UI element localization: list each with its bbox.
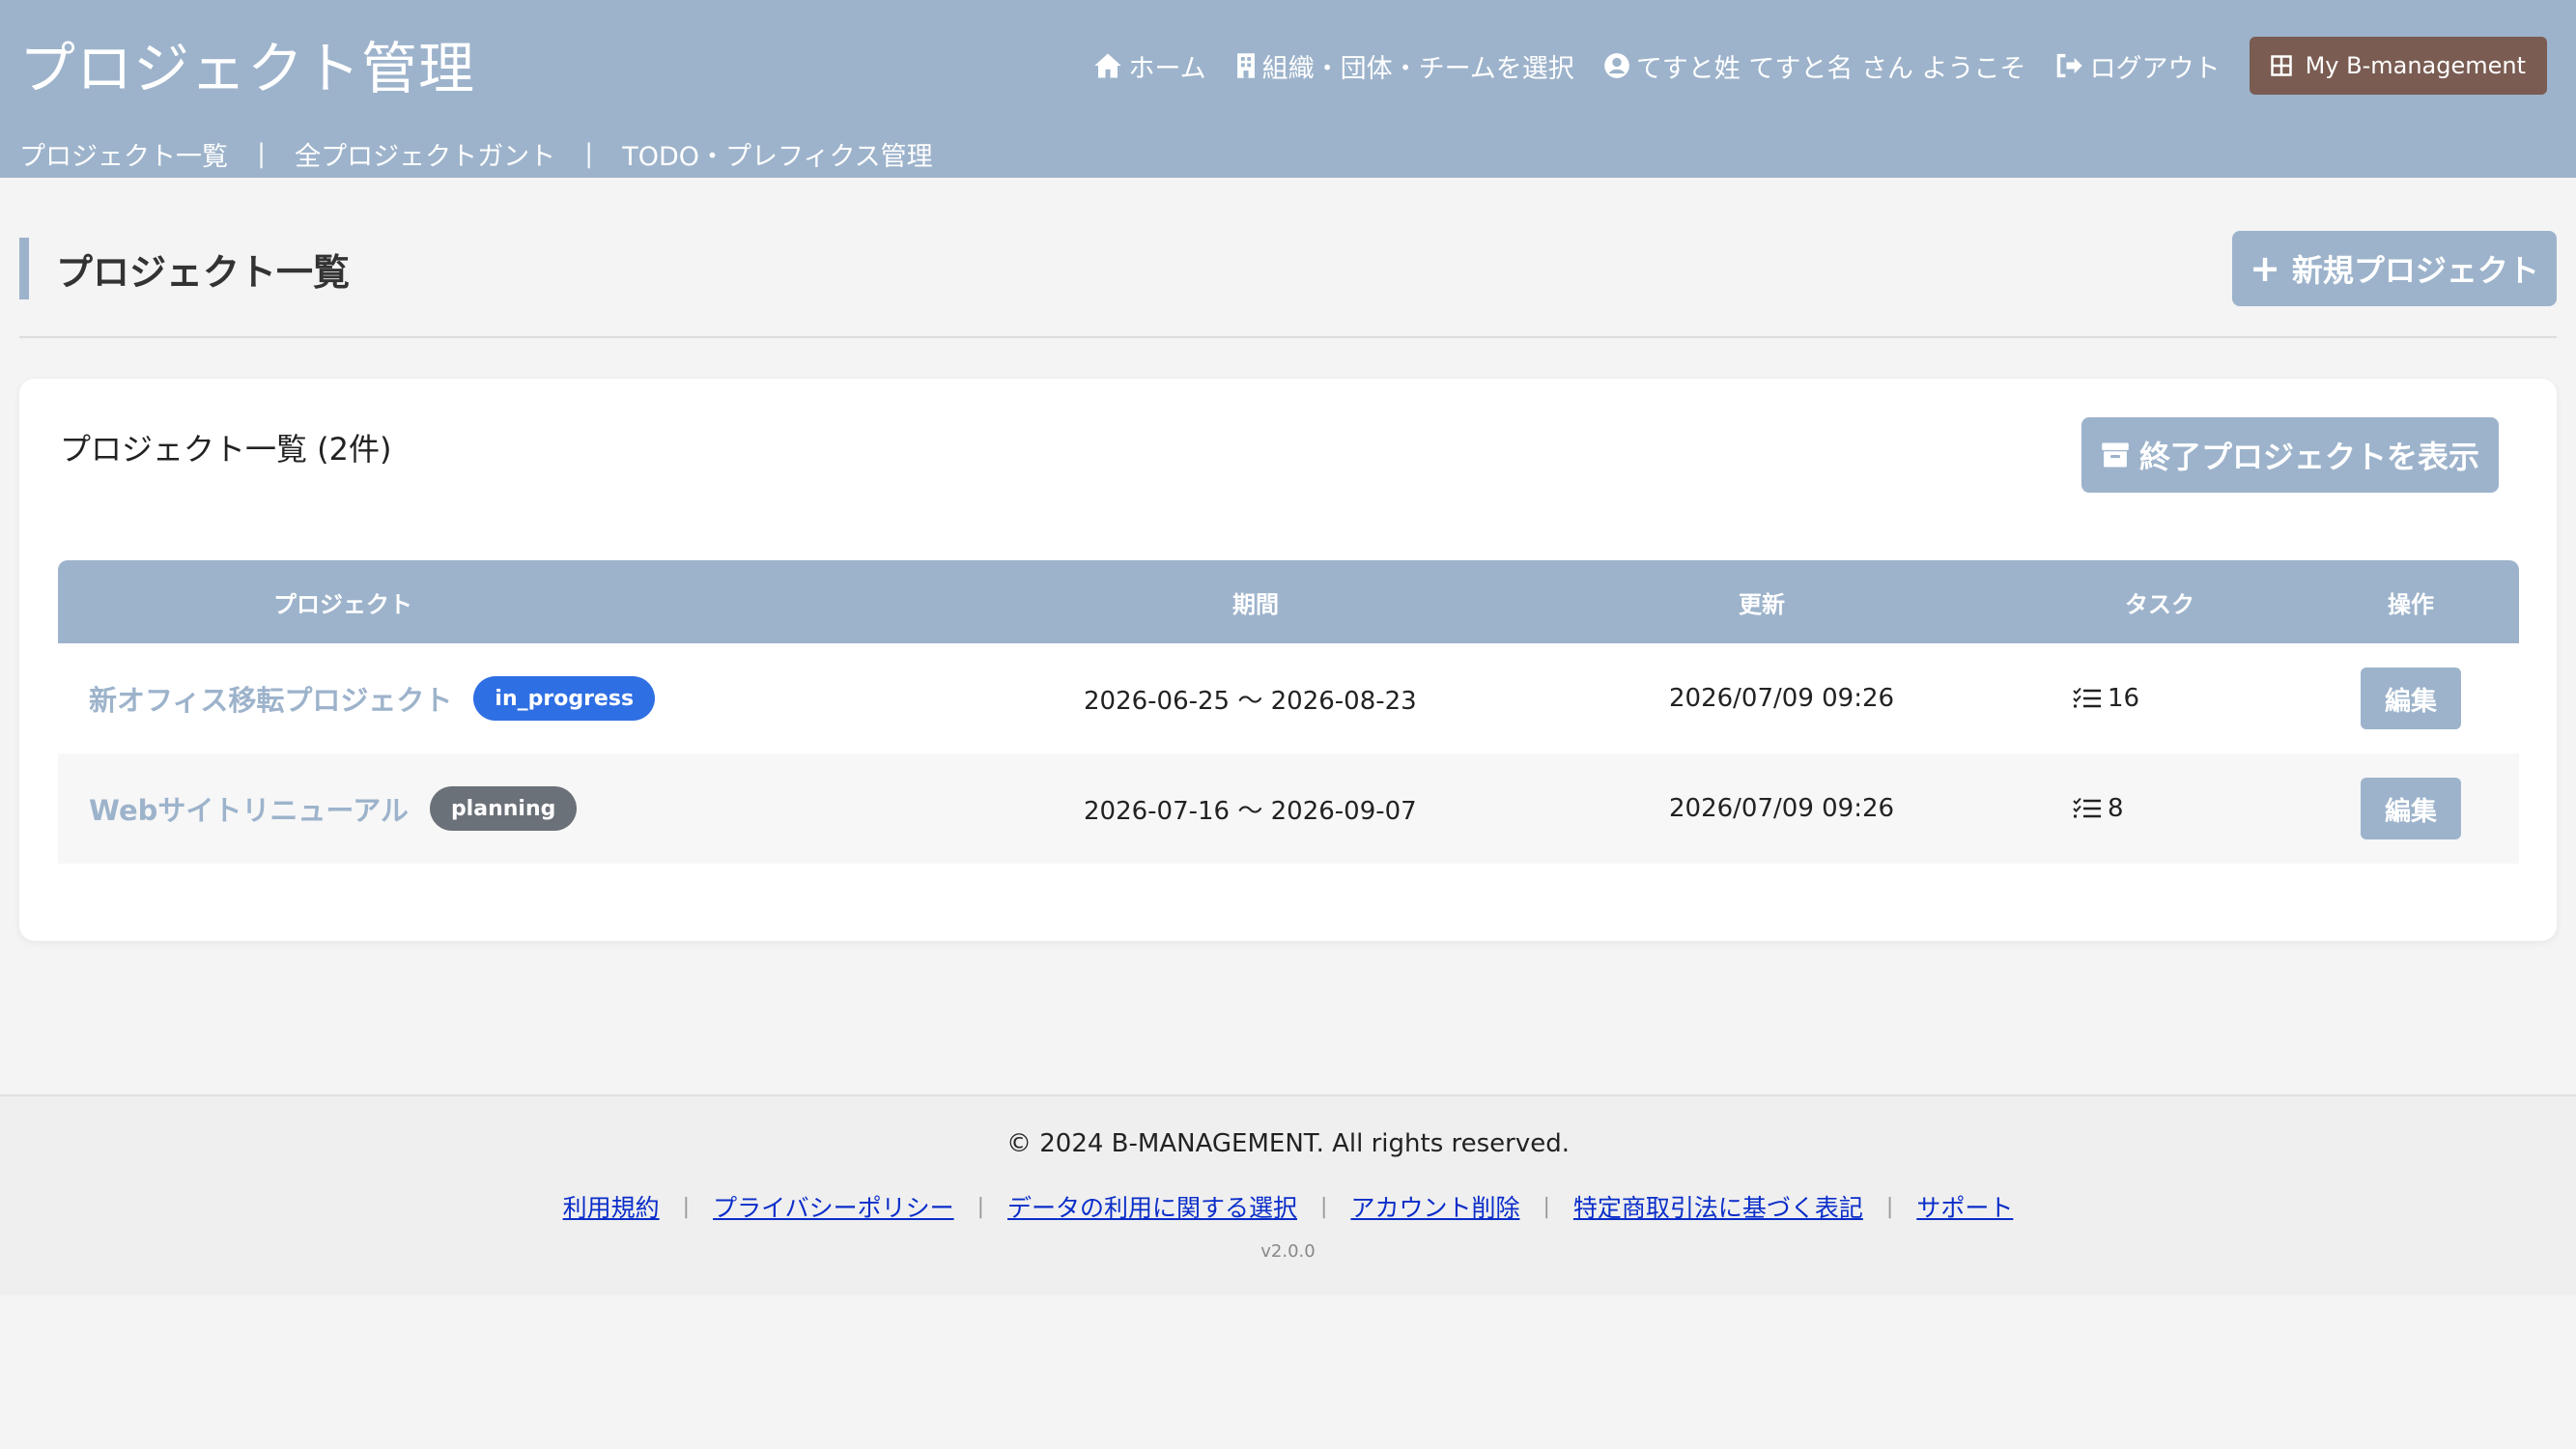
home-link[interactable]: ホーム bbox=[1093, 47, 1206, 85]
top-header: プロジェクト管理 ホーム 組織・団体・チームを選択 てすと姓 てすと名 さん よ… bbox=[0, 0, 2576, 178]
header-actions: 操作 bbox=[2388, 590, 2434, 618]
footer-link-terms[interactable]: 利用規約 bbox=[563, 1189, 660, 1224]
version-label: v2.0.0 bbox=[1260, 1241, 1316, 1262]
user-circle-icon bbox=[1603, 53, 1629, 78]
project-table: プロジェクト 期間 更新 タスク 操作 新オフィス移転プロジェクト in_pro… bbox=[58, 560, 2519, 864]
subnav-separator: | bbox=[257, 139, 267, 169]
project-cell: Webサイトリニューアル planning bbox=[89, 753, 578, 864]
project-cell: 新オフィス移転プロジェクト in_progress bbox=[89, 643, 656, 753]
tasks-cell: 8 bbox=[2073, 753, 2124, 864]
task-list-icon bbox=[2073, 687, 2101, 708]
welcome-text: てすと姓 てすと名 さん ようこそ bbox=[1635, 53, 2026, 84]
new-project-button[interactable]: + 新規プロジェクト bbox=[2232, 231, 2557, 306]
project-name-link[interactable]: Webサイトリニューアル bbox=[89, 788, 409, 829]
actions-cell: 編集 bbox=[2361, 643, 2461, 753]
footer: © 2024 B-MANAGEMENT. All rights reserved… bbox=[0, 1094, 2576, 1295]
task-count: 8 bbox=[2108, 794, 2124, 823]
footer-link-support[interactable]: サポート bbox=[1916, 1189, 2013, 1224]
top-nav: ホーム 組織・団体・チームを選択 てすと姓 てすと名 さん ようこそ ログアウト… bbox=[1093, 37, 2547, 95]
footer-separator: | bbox=[977, 1194, 985, 1219]
footer-separator: | bbox=[1543, 1194, 1550, 1219]
period-cell: 2026-07-16 〜 2026-09-07 bbox=[1084, 796, 1417, 826]
building-icon bbox=[1236, 53, 1255, 78]
footer-link-delete-account[interactable]: アカウント削除 bbox=[1350, 1189, 1519, 1224]
new-project-label: 新規プロジェクト bbox=[2291, 252, 2539, 289]
footer-links: 利用規約 | プライバシーポリシー | データの利用に関する選択 | アカウント… bbox=[0, 1189, 2576, 1224]
edit-button[interactable]: 編集 bbox=[2361, 668, 2461, 729]
updated-cell: 2026/07/09 09:26 bbox=[1669, 794, 1895, 823]
footer-separator: | bbox=[682, 1194, 691, 1219]
home-label: ホーム bbox=[1128, 53, 1206, 84]
logout-icon bbox=[2056, 53, 2082, 78]
sub-nav: プロジェクト一覧 | 全プロジェクトガント | TODO・プレフィクス管理 bbox=[19, 135, 933, 173]
edit-button[interactable]: 編集 bbox=[2361, 778, 2461, 839]
status-badge: in_progress bbox=[473, 676, 656, 721]
page-title: プロジェクト一覧 bbox=[19, 238, 350, 299]
show-ended-label: 終了プロジェクトを表示 bbox=[2138, 439, 2479, 475]
logout-link[interactable]: ログアウト bbox=[2055, 47, 2221, 85]
actions-cell: 編集 bbox=[2361, 753, 2461, 864]
divider bbox=[19, 336, 2557, 338]
updated-cell: 2026/07/09 09:26 bbox=[1669, 684, 1895, 713]
user-welcome[interactable]: てすと姓 てすと名 さん ようこそ bbox=[1603, 47, 2026, 85]
subnav-gantt[interactable]: 全プロジェクトガント bbox=[295, 135, 555, 173]
project-name-link[interactable]: 新オフィス移転プロジェクト bbox=[89, 678, 452, 719]
subnav-todo[interactable]: TODO・プレフィクス管理 bbox=[622, 135, 932, 173]
show-ended-projects-button[interactable]: 終了プロジェクトを表示 bbox=[2081, 417, 2499, 493]
plus-icon: + bbox=[2250, 247, 2280, 290]
status-badge: planning bbox=[429, 786, 578, 831]
archive-icon bbox=[2102, 442, 2129, 468]
logout-label: ログアウト bbox=[2089, 53, 2221, 84]
task-list-icon bbox=[2073, 797, 2101, 818]
header-updated: 更新 bbox=[1739, 590, 1785, 618]
table-row: 新オフィス移転プロジェクト in_progress 2026-06-25 〜 2… bbox=[58, 643, 2519, 753]
footer-link-commerce[interactable]: 特定商取引法に基づく表記 bbox=[1573, 1189, 1863, 1224]
select-org-label: 組織・団体・チームを選択 bbox=[1261, 53, 1574, 84]
card-title: プロジェクト一覧 (2件) bbox=[60, 431, 392, 468]
my-bmanagement-button[interactable]: My B-management bbox=[2249, 37, 2547, 95]
table-header: プロジェクト 期間 更新 タスク 操作 bbox=[58, 560, 2519, 643]
header-project: プロジェクト bbox=[273, 590, 412, 618]
footer-separator: | bbox=[1885, 1194, 1894, 1219]
project-list-card: プロジェクト一覧 (2件) 終了プロジェクトを表示 プロジェクト 期間 更新 タ… bbox=[19, 379, 2557, 941]
task-count: 16 bbox=[2108, 684, 2140, 713]
header-period: 期間 bbox=[1232, 590, 1279, 618]
footer-link-data-choice[interactable]: データの利用に関する選択 bbox=[1007, 1189, 1297, 1224]
footer-separator: | bbox=[1320, 1194, 1328, 1219]
tasks-cell: 16 bbox=[2073, 643, 2139, 753]
app-title: プロジェクト管理 bbox=[19, 36, 476, 101]
table-row: Webサイトリニューアル planning 2026-07-16 〜 2026-… bbox=[58, 753, 2519, 864]
grid-icon bbox=[2270, 55, 2292, 76]
my-bmanagement-label: My B-management bbox=[2305, 52, 2526, 79]
subnav-projects[interactable]: プロジェクト一覧 bbox=[19, 135, 228, 173]
period-cell: 2026-06-25 〜 2026-08-23 bbox=[1084, 686, 1417, 716]
subnav-separator: | bbox=[584, 139, 594, 169]
select-org-link[interactable]: 組織・団体・チームを選択 bbox=[1235, 47, 1574, 85]
footer-link-privacy[interactable]: プライバシーポリシー bbox=[713, 1189, 954, 1224]
home-icon bbox=[1094, 53, 1122, 78]
header-tasks: タスク bbox=[2125, 590, 2194, 618]
copyright: © 2024 B-MANAGEMENT. All rights reserved… bbox=[1005, 1129, 1571, 1158]
